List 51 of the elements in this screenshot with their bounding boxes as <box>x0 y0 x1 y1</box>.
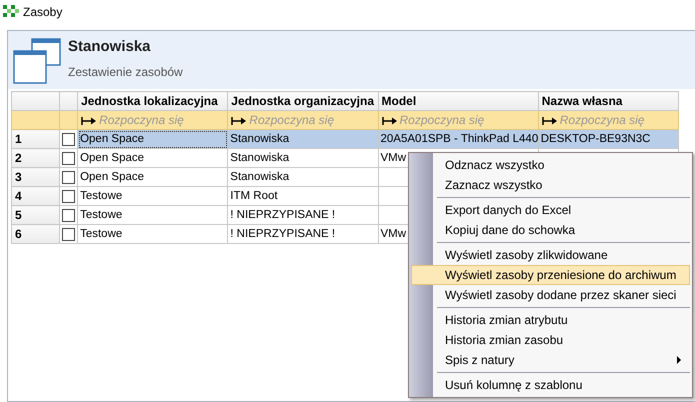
header-cell <box>12 92 60 110</box>
table-cell: DESKTOP-BE93N3C <box>538 130 678 148</box>
row-number: 4 <box>12 186 60 206</box>
checkbox[interactable] <box>62 132 76 146</box>
menu-item[interactable]: Export danych do Excel <box>411 200 690 220</box>
row-number: 5 <box>12 206 60 224</box>
table-cell: ! NIEPRZYPISANE ! <box>228 224 378 244</box>
row-number: 1 <box>12 130 60 148</box>
table-cell: ITM Root <box>228 186 378 206</box>
checkbox[interactable] <box>62 152 76 164</box>
menu-item[interactable]: Zaznacz wszystko <box>411 175 690 195</box>
header-subtitle: Zestawienie zasobów <box>68 64 183 78</box>
menu-item[interactable]: Wyświetl zasoby dodane przez skaner sieci <box>411 285 690 305</box>
table-cell: Stanowiska <box>228 168 378 186</box>
table-cell: Open Space <box>78 168 228 186</box>
checkbox[interactable] <box>62 228 76 240</box>
column-header[interactable]: Nazwa własna <box>538 92 678 110</box>
column-header[interactable]: Jednostka lokalizacyjna <box>78 92 228 110</box>
row-number: 3 <box>12 168 60 186</box>
filter-cell <box>12 110 60 130</box>
menu-item[interactable]: Spis z natury <box>411 350 690 370</box>
table-cell: ! NIEPRZYPISANE ! <box>228 206 378 224</box>
column-header[interactable]: Jednostka organizacyjna <box>228 92 378 110</box>
starts-with-icon <box>382 116 398 125</box>
table-cell: Open Space <box>78 130 228 148</box>
header-title: Stanowiska <box>68 38 152 54</box>
checkbox[interactable] <box>62 190 76 202</box>
checkbox[interactable] <box>62 170 76 184</box>
table-cell: Testowe <box>78 224 228 244</box>
table-cell: Open Space <box>78 148 228 168</box>
menu-item[interactable]: Usuń kolumnę z szablonu <box>411 375 690 395</box>
table-cell: Testowe <box>78 206 228 224</box>
menu-item[interactable]: Historia zmian zasobu <box>411 330 690 350</box>
table-cell: Stanowiska <box>228 148 378 168</box>
windows-icon <box>12 37 62 87</box>
checkbox[interactable] <box>62 208 76 222</box>
window-title: Zasoby <box>23 5 62 19</box>
row-number: 6 <box>12 224 60 244</box>
table-cell: Stanowiska <box>228 130 378 148</box>
starts-with-icon <box>542 116 558 125</box>
starts-with-icon <box>231 116 248 125</box>
starts-with-icon <box>81 116 98 125</box>
row-number: 2 <box>12 148 60 168</box>
column-header[interactable]: Model <box>378 92 538 110</box>
menu-item[interactable]: Wyświetl zasoby przeniesione do archiwum <box>411 265 690 285</box>
header-cell <box>60 92 78 110</box>
app-icon <box>3 5 19 19</box>
menu-item[interactable]: Historia zmian atrybutu <box>411 310 690 330</box>
menu-item[interactable]: Wyświetl zasoby zlikwidowane <box>411 245 690 265</box>
table-cell: Testowe <box>78 186 228 206</box>
submenu-arrow-icon <box>677 356 681 364</box>
